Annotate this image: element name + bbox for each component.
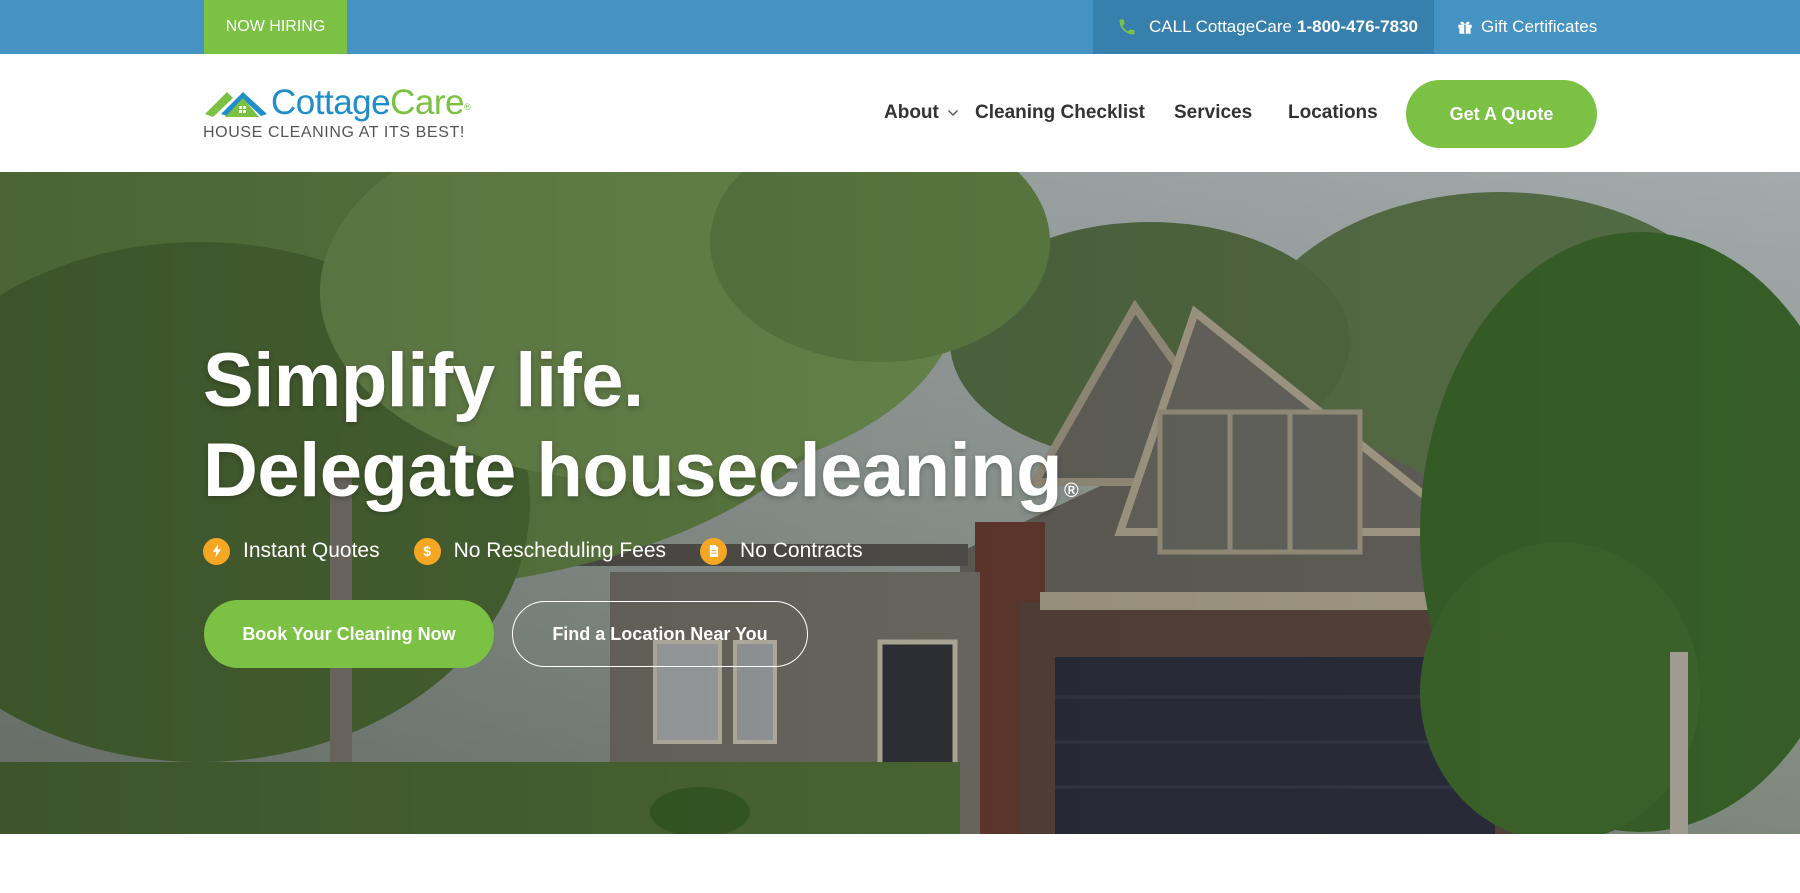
nav-about-label: About: [884, 102, 939, 123]
nav-checklist-label: Cleaning Checklist: [975, 102, 1145, 123]
gift-certificates-link[interactable]: Gift Certificates: [1456, 0, 1597, 54]
book-cleaning-button[interactable]: Book Your Cleaning Now: [204, 600, 494, 668]
document-icon: [700, 537, 728, 565]
nav-cleaning-checklist[interactable]: Cleaning Checklist: [975, 54, 1145, 172]
now-hiring-link[interactable]: NOW HIRING: [204, 0, 347, 54]
call-prefix-text: CALL CottageCare: [1149, 17, 1293, 36]
logo-name-cottage: Cottage: [271, 83, 391, 122]
feature-no-rescheduling-fees: $ No Rescheduling Fees: [413, 537, 667, 565]
nav-about[interactable]: About: [884, 54, 959, 172]
book-cleaning-label: Book Your Cleaning Now: [242, 623, 456, 644]
logo-name-care: Care: [390, 83, 464, 122]
hero-section: Simplify life. Delegate housecleaning ® I…: [0, 172, 1800, 834]
feature-list: Instant Quotes $ No Rescheduling Fees No…: [203, 536, 897, 566]
cottagecare-logo[interactable]: CottageCare® HOUSE CLEANING AT ITS BEST!: [203, 84, 473, 144]
nav-locations[interactable]: Locations: [1288, 54, 1378, 172]
now-hiring-label: NOW HIRING: [225, 18, 326, 35]
dollar-icon: $: [413, 537, 441, 565]
nav-services[interactable]: Services: [1174, 54, 1252, 172]
hero-registered-mark: ®: [1064, 480, 1079, 502]
site-header: CottageCare® HOUSE CLEANING AT ITS BEST!…: [0, 54, 1800, 172]
page-content-below-hero: [0, 834, 1800, 893]
get-a-quote-button[interactable]: Get A Quote: [1406, 80, 1597, 148]
feature-label: No Rescheduling Fees: [453, 539, 667, 562]
top-bar: NOW HIRING CALL CottageCare 1-800-476-78…: [0, 0, 1800, 54]
feature-instant-quotes: Instant Quotes: [203, 537, 380, 565]
lightning-icon: [203, 537, 230, 565]
find-location-button[interactable]: Find a Location Near You: [512, 601, 808, 667]
find-location-label: Find a Location Near You: [552, 623, 768, 644]
feature-label: No Contracts: [740, 539, 863, 562]
gift-certificates-label: Gift Certificates: [1481, 17, 1598, 36]
hero-title-line2: Delegate housecleaning ®: [203, 426, 1079, 516]
phone-icon: [1119, 19, 1135, 35]
nav-services-label: Services: [1174, 102, 1253, 123]
logo-registered-mark: ®: [463, 102, 471, 112]
call-phone-link[interactable]: CALL CottageCare 1-800-476-7830: [1093, 0, 1434, 54]
call-number-text: 1-800-476-7830: [1297, 17, 1418, 36]
gift-icon: [1458, 21, 1472, 34]
feature-no-contracts: No Contracts: [700, 537, 863, 565]
hero-headline: Simplify life. Delegate housecleaning ®: [203, 336, 1079, 516]
chevron-down-icon: [947, 110, 958, 116]
logo-wordmark: CottageCare®: [271, 83, 471, 122]
nav-locations-label: Locations: [1288, 102, 1378, 123]
logo-tagline: HOUSE CLEANING AT ITS BEST!: [203, 124, 465, 141]
hero-title-line2-text: Delegate housecleaning: [203, 428, 1063, 513]
house-roof-logo-icon: [205, 92, 267, 117]
get-a-quote-label: Get A Quote: [1449, 103, 1554, 124]
feature-label: Instant Quotes: [243, 539, 380, 562]
hero-title-line1: Simplify life.: [203, 338, 644, 423]
